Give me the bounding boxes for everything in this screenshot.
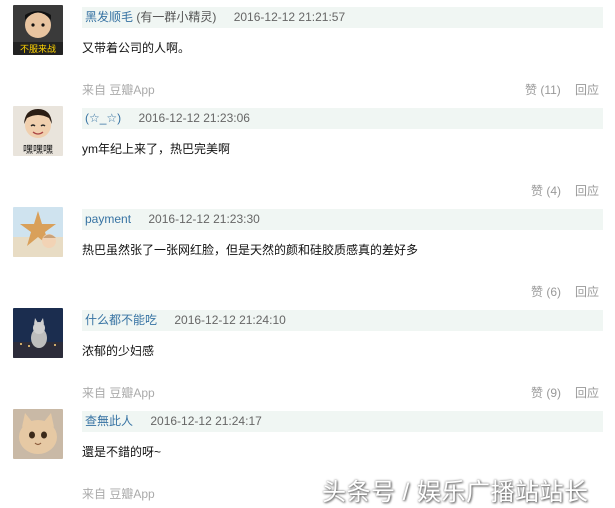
comment-header: 什么都不能吃 2016-12-12 21:24:10 xyxy=(82,310,603,331)
comment-header: payment 2016-12-12 21:23:30 xyxy=(82,209,603,230)
comment-item: 嘿嘿嘿 (☆_☆) 2016-12-12 21:23:06 ym年纪上来了，热巴… xyxy=(0,101,615,202)
avatar-caption: 嘿嘿嘿 xyxy=(23,144,53,156)
comment-text: 热巴虽然张了一张网红脸，但是天然的颜和硅胶质感真的差好多 xyxy=(82,243,419,257)
like-button[interactable]: 赞 (9) xyxy=(531,384,561,401)
username-link[interactable]: 查無此人 xyxy=(85,414,133,428)
avatar[interactable] xyxy=(13,308,63,358)
comment-timestamp: 2016-12-12 21:24:17 xyxy=(150,414,262,428)
comment-text: 還是不錯的呀~ xyxy=(82,445,162,459)
avatar[interactable]: 嘿嘿嘿 xyxy=(13,106,63,156)
watermark: 头条号 / 娱乐广播站站长 xyxy=(322,479,589,506)
username-link[interactable]: 黑发顺毛 xyxy=(85,10,133,24)
comment-text: 浓郁的少妇感 xyxy=(82,344,155,358)
comment-item: payment 2016-12-12 21:23:30 热巴虽然张了一张网红脸，… xyxy=(0,202,615,303)
reply-button[interactable]: 回应 xyxy=(575,384,599,401)
username-link[interactable]: 什么都不能吃 xyxy=(85,313,157,327)
comment-header: 黑发顺毛 (有一群小精灵) 2016-12-12 21:21:57 xyxy=(82,7,603,28)
comment-text: 又带着公司的人啊。 xyxy=(82,41,191,55)
comment-source: 来自 豆瓣App xyxy=(82,83,155,97)
comment-header: 查無此人 2016-12-12 21:24:17 xyxy=(82,411,603,432)
comment-timestamp: 2016-12-12 21:23:30 xyxy=(148,212,260,226)
reply-button[interactable]: 回应 xyxy=(575,283,599,300)
comment-timestamp: 2016-12-12 21:21:57 xyxy=(233,10,346,24)
like-button[interactable]: 赞 (11) xyxy=(525,81,561,98)
comment-source: 来自 豆瓣App xyxy=(82,487,155,501)
avatar[interactable]: 不服来战 xyxy=(13,5,63,55)
comment-source: 来自 豆瓣App xyxy=(82,386,155,400)
username-link[interactable]: payment xyxy=(85,212,131,226)
avatar[interactable] xyxy=(13,409,63,459)
comment-item: 什么都不能吃 2016-12-12 21:24:10 浓郁的少妇感 来自 豆瓣A… xyxy=(0,303,615,404)
comment-item: 不服来战 黑发顺毛 (有一群小精灵) 2016-12-12 21:21:57 又… xyxy=(0,0,615,101)
user-subtitle: (有一群小精灵) xyxy=(136,10,217,24)
reply-button[interactable]: 回应 xyxy=(575,81,599,98)
like-button[interactable]: 赞 (4) xyxy=(531,182,561,199)
username-link[interactable]: (☆_☆) xyxy=(85,111,121,125)
comment-header: (☆_☆) 2016-12-12 21:23:06 xyxy=(82,108,603,129)
comment-timestamp: 2016-12-12 21:24:10 xyxy=(174,313,286,327)
reply-button[interactable]: 回应 xyxy=(575,182,599,199)
like-button[interactable]: 赞 (6) xyxy=(531,283,561,300)
avatar-caption: 不服来战 xyxy=(20,44,56,55)
comment-timestamp: 2016-12-12 21:23:06 xyxy=(138,111,250,125)
comment-text: ym年纪上来了，热巴完美啊 xyxy=(82,142,230,156)
avatar[interactable] xyxy=(13,207,63,257)
